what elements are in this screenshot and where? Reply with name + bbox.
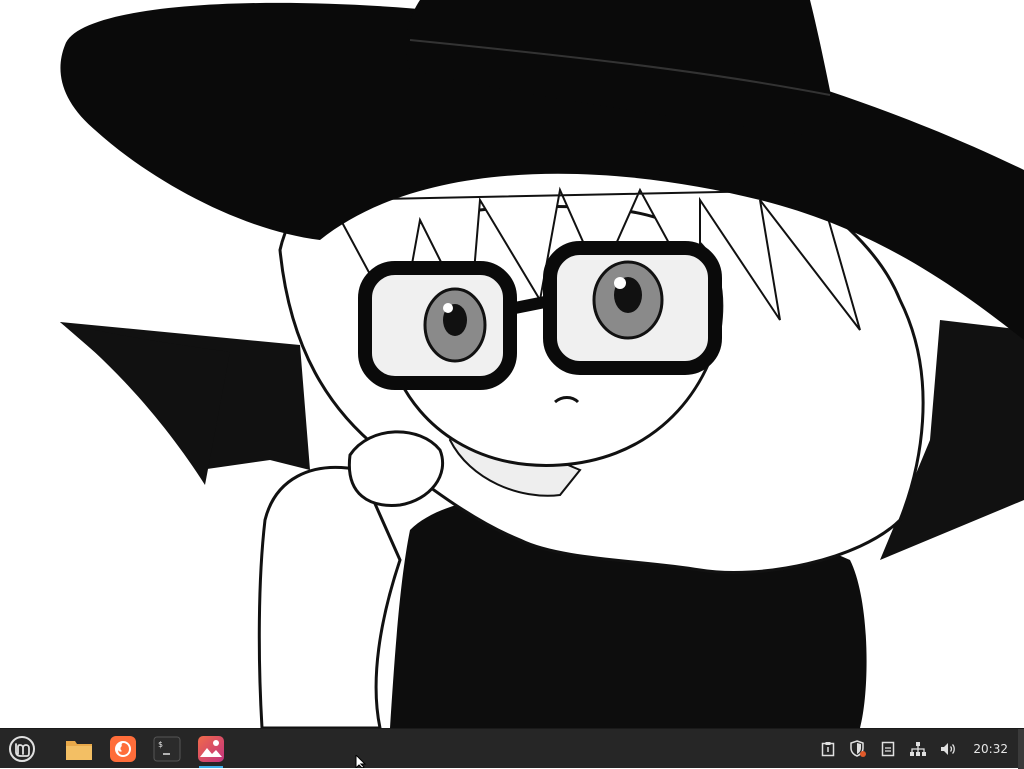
system-tray: 20:32 [811, 729, 1024, 769]
linux-mint-logo-icon [9, 736, 35, 762]
clipboard-icon[interactable] [815, 736, 841, 762]
network-icon[interactable] [905, 736, 931, 762]
launcher-firefox[interactable] [106, 733, 140, 765]
firefox-icon [110, 736, 136, 762]
wallpaper [60, 0, 1024, 728]
launcher-terminal[interactable]: $ [150, 733, 184, 765]
launcher-file-manager[interactable] [62, 733, 96, 765]
update-shield-icon[interactable] [845, 736, 871, 762]
folder-icon [66, 741, 92, 760]
svg-text:$: $ [158, 740, 163, 749]
volume-icon[interactable] [935, 736, 961, 762]
image-viewer-icon [198, 736, 224, 762]
mouse-cursor-icon [355, 755, 367, 768]
launcher-image-viewer[interactable] [194, 733, 228, 768]
desktop[interactable] [0, 0, 1024, 728]
clock[interactable]: 20:32 [973, 742, 1008, 756]
notes-icon[interactable] [875, 736, 901, 762]
terminal-icon: $ [153, 736, 181, 762]
show-desktop-button[interactable] [1018, 729, 1024, 769]
taskbar: $ 20:32 [0, 728, 1024, 769]
start-menu-button[interactable] [6, 734, 38, 764]
